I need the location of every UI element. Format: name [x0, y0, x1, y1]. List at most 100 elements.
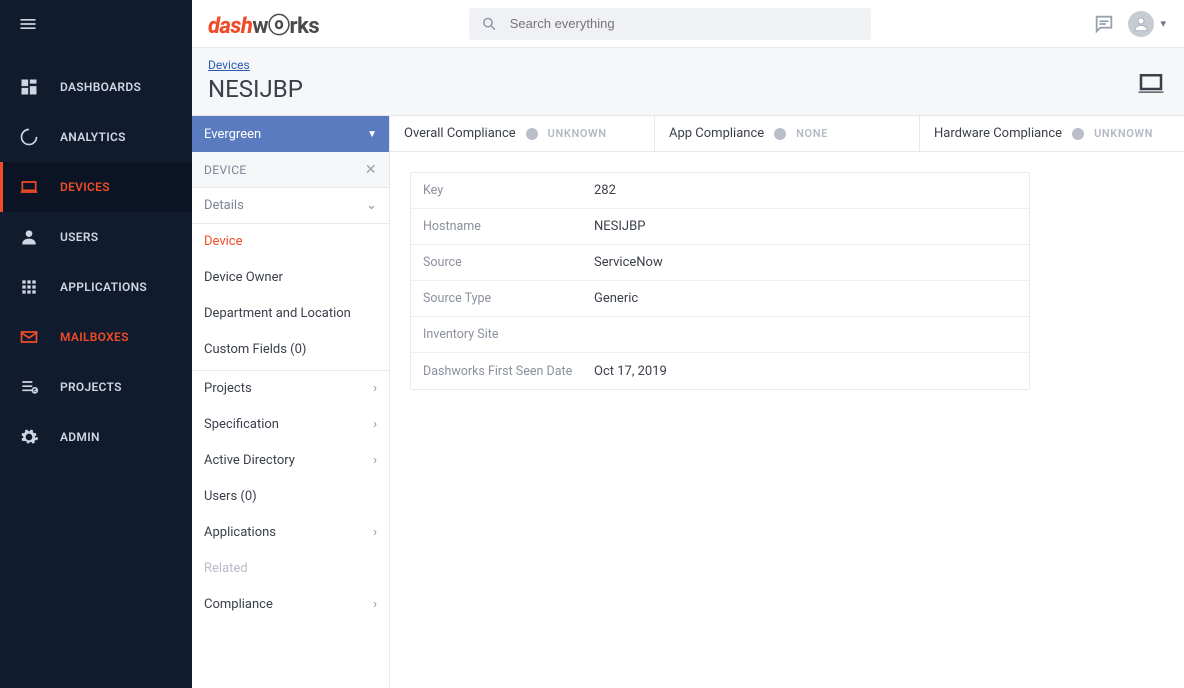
- detail-label: Key: [411, 183, 586, 198]
- search-icon: [481, 15, 498, 33]
- breadcrumb-zone: Devices NESIJBP: [192, 48, 1184, 116]
- subnav-label: Custom Fields (0): [204, 342, 306, 357]
- logo: dashwⓞrks: [208, 8, 319, 40]
- subnav-device[interactable]: Device: [192, 224, 389, 260]
- nav-users[interactable]: USERS: [0, 212, 192, 262]
- nav-label: ANALYTICS: [60, 130, 126, 144]
- detail-label: Hostname: [411, 219, 586, 234]
- nav-label: DASHBOARDS: [60, 80, 141, 94]
- hamburger-icon: [18, 14, 38, 34]
- chevron-right-icon: ›: [373, 381, 377, 396]
- compliance-status: UNKNOWN: [1094, 127, 1153, 140]
- status-dot-icon: [774, 128, 786, 140]
- messages-button[interactable]: [1090, 10, 1118, 38]
- nav-projects[interactable]: PROJECTS: [0, 362, 192, 412]
- detail-row: Inventory Site: [411, 317, 1029, 353]
- user-icon: [18, 227, 40, 247]
- left-nav: DASHBOARDS ANALYTICS DEVICES USERS APPLI…: [0, 0, 192, 688]
- status-dot-icon: [1072, 128, 1084, 140]
- compliance-app: App Compliance NONE: [655, 116, 920, 151]
- detail-value: ServiceNow: [586, 255, 671, 270]
- laptop-icon: [1136, 69, 1166, 99]
- subnav-label: Applications: [204, 525, 276, 540]
- nav-mailboxes[interactable]: MAILBOXES: [0, 312, 192, 362]
- nav-label: ADMIN: [60, 430, 100, 444]
- compliance-bar: Overall Compliance UNKNOWN App Complianc…: [390, 116, 1184, 152]
- detail-label: Inventory Site: [411, 327, 586, 342]
- nav-label: MAILBOXES: [60, 330, 129, 344]
- chat-icon: [1093, 13, 1115, 35]
- section-header-device: DEVICE ✕: [192, 152, 389, 188]
- subnav-dept-location[interactable]: Department and Location: [192, 296, 389, 332]
- subnav-specification[interactable]: Specification›: [192, 407, 389, 443]
- projects-icon: [18, 377, 40, 397]
- compliance-overall: Overall Compliance UNKNOWN: [390, 116, 655, 151]
- subnav-label: Device: [204, 234, 243, 249]
- nav-devices[interactable]: DEVICES: [0, 162, 192, 212]
- search-input[interactable]: [510, 16, 859, 31]
- nav-admin[interactable]: ADMIN: [0, 412, 192, 462]
- detail-row: Dashworks First Seen DateOct 17, 2019: [411, 353, 1029, 389]
- hamburger-button[interactable]: [0, 0, 192, 48]
- apps-icon: [18, 277, 40, 297]
- detail-value: 282: [586, 183, 624, 198]
- compliance-title: Hardware Compliance: [934, 126, 1062, 141]
- subnav-label: Details: [204, 198, 244, 213]
- chevron-down-icon: ▾: [1160, 17, 1166, 30]
- chevron-right-icon: ›: [373, 525, 377, 540]
- compliance-status: UNKNOWN: [548, 127, 607, 140]
- top-bar: dashwⓞrks ▾: [192, 0, 1184, 48]
- chevron-down-icon: ⌄: [366, 198, 377, 213]
- detail-value: NESIJBP: [586, 219, 653, 234]
- detail-value: Oct 17, 2019: [586, 364, 675, 379]
- detail-rightarea: Overall Compliance UNKNOWN App Complianc…: [390, 116, 1184, 688]
- user-menu[interactable]: ▾: [1128, 10, 1166, 38]
- mail-icon: [18, 327, 40, 347]
- search-box[interactable]: [469, 8, 871, 40]
- nav-label: PROJECTS: [60, 380, 122, 394]
- subnav-custom-fields[interactable]: Custom Fields (0): [192, 332, 389, 368]
- chevron-down-icon: ▼: [367, 129, 377, 140]
- subnav-label: Compliance: [204, 597, 273, 612]
- page-title: NESIJBP: [208, 75, 303, 103]
- compliance-title: Overall Compliance: [404, 126, 516, 141]
- chevron-right-icon: ›: [373, 597, 377, 612]
- compliance-title: App Compliance: [669, 126, 764, 141]
- compliance-hardware: Hardware Compliance UNKNOWN: [920, 116, 1184, 151]
- detail-row: Source TypeGeneric: [411, 281, 1029, 317]
- subnav-label: Device Owner: [204, 270, 283, 285]
- breadcrumb-link[interactable]: Devices: [208, 58, 250, 72]
- subnav-related: Related: [192, 551, 389, 587]
- device-detail-table: Key282 HostnameNESIJBP SourceServiceNow …: [410, 172, 1030, 390]
- detail-subpanel: Evergreen ▼ DEVICE ✕ Details ⌄ Device De…: [192, 116, 390, 688]
- status-dot-icon: [526, 128, 538, 140]
- subnav-projects[interactable]: Projects›: [192, 371, 389, 407]
- subnav-details[interactable]: Details ⌄: [192, 188, 389, 224]
- subnav-label: Users (0): [204, 489, 257, 504]
- detail-value: Generic: [586, 291, 646, 306]
- nav-label: DEVICES: [60, 180, 110, 194]
- chevron-right-icon: ›: [373, 453, 377, 468]
- subnav-applications[interactable]: Applications ›: [192, 515, 389, 551]
- nav-dashboards[interactable]: DASHBOARDS: [0, 62, 192, 112]
- entity-type-icon-wrap: [1136, 69, 1166, 103]
- subnav-label: Department and Location: [204, 306, 351, 321]
- laptop-icon: [18, 177, 40, 197]
- subnav-label: Specification: [204, 417, 279, 432]
- subnav-device-owner[interactable]: Device Owner: [192, 260, 389, 296]
- subnav-users[interactable]: Users (0): [192, 479, 389, 515]
- nav-applications[interactable]: APPLICATIONS: [0, 262, 192, 312]
- gear-icon: [18, 427, 40, 447]
- project-selector[interactable]: Evergreen ▼: [192, 116, 389, 152]
- subnav-active-directory[interactable]: Active Directory›: [192, 443, 389, 479]
- analytics-icon: [18, 127, 40, 147]
- section-header-label: DEVICE: [204, 163, 247, 177]
- avatar-icon: [1128, 11, 1154, 37]
- nav-analytics[interactable]: ANALYTICS: [0, 112, 192, 162]
- subnav-label: Related: [204, 561, 248, 576]
- compliance-status: NONE: [796, 127, 828, 140]
- subnav-compliance[interactable]: Compliance ›: [192, 587, 389, 623]
- nav-label: USERS: [60, 230, 98, 244]
- detail-label: Dashworks First Seen Date: [411, 364, 586, 379]
- close-icon[interactable]: ✕: [365, 162, 377, 178]
